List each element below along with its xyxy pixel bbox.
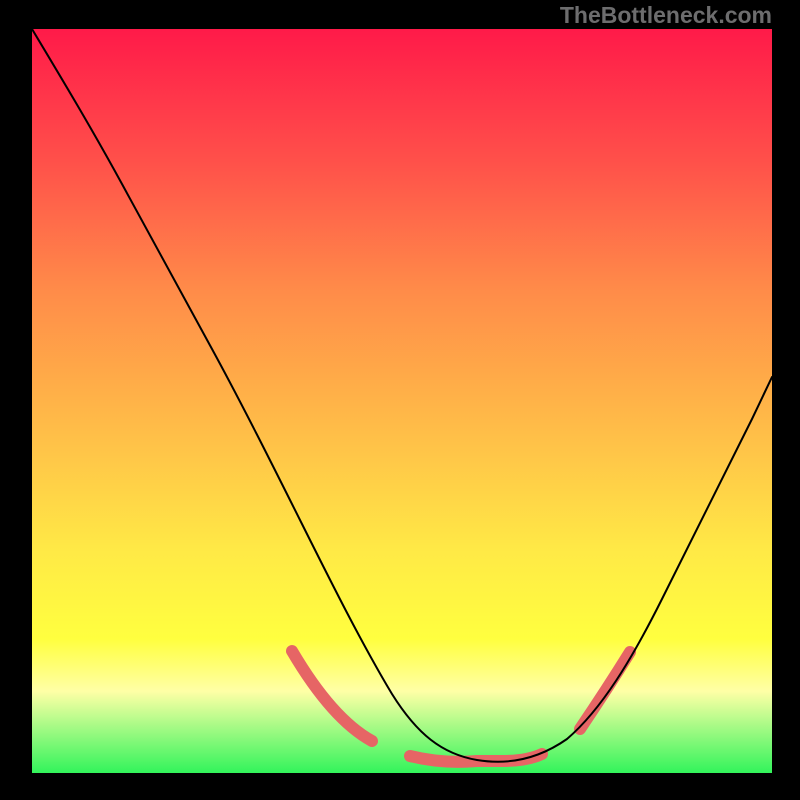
gradient-plot-area bbox=[32, 29, 772, 773]
bottleneck-curve-svg bbox=[32, 29, 772, 773]
bottleneck-curve bbox=[32, 29, 772, 762]
attribution-text: TheBottleneck.com bbox=[560, 2, 772, 29]
curve-highlight-left bbox=[292, 651, 372, 741]
chart-frame: TheBottleneck.com bbox=[0, 0, 800, 800]
